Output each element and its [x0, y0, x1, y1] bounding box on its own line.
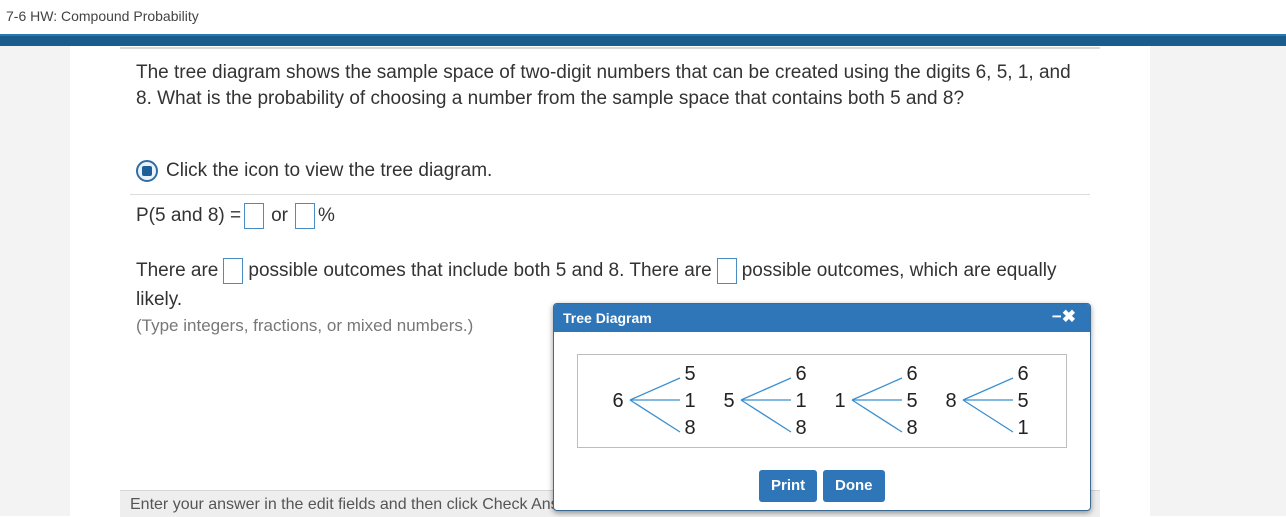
percent-label: %	[318, 205, 335, 226]
tree-diagram-frame: 6518561816588651	[577, 354, 1067, 448]
tree-diagram-link-row: Click the icon to view the tree diagram.	[136, 160, 492, 182]
tree-root-label: 8	[945, 390, 956, 412]
probability-percent-input[interactable]	[295, 203, 315, 229]
section-divider	[130, 194, 1090, 195]
answer-hint: (Type integers, fractions, or mixed numb…	[136, 316, 474, 335]
nav-bar	[0, 34, 1286, 46]
right-margin	[1150, 46, 1286, 516]
minimize-close-icon[interactable]: −✖	[1052, 307, 1076, 327]
tree-leaf-label: 5	[684, 363, 695, 385]
question-text: The tree diagram shows the sample space …	[136, 62, 1071, 109]
tree-root-label: 1	[834, 390, 845, 412]
outcomes-text-2: possible outcomes that include both 5 an…	[248, 260, 712, 281]
tree-leaf-label: 8	[906, 417, 917, 439]
tree-branch-line	[962, 377, 1014, 401]
top-divider	[120, 47, 1100, 49]
outcomes-text-1: There are	[136, 260, 219, 281]
tree-branch-line	[740, 377, 792, 401]
tree-5: 5 6 1 8	[723, 363, 806, 439]
tree-leaf-label: 6	[906, 363, 917, 385]
tree-branch-line	[962, 399, 1014, 433]
tree-branch-line	[851, 399, 903, 433]
done-button[interactable]: Done	[823, 470, 885, 502]
tree-diagram-dialog: Tree Diagram −✖ 6518561816588651 Print D…	[553, 303, 1091, 511]
tree-branch-line	[740, 399, 792, 433]
tree-leaf-label: 6	[795, 363, 806, 385]
or-label: or	[271, 205, 288, 226]
icon-prompt: Click the icon to view the tree diagram.	[166, 160, 493, 181]
tree-leaf-label: 5	[1017, 390, 1028, 412]
probability-answer-row: P(5 and 8) = or %	[136, 203, 335, 229]
tree-branch-line	[629, 377, 681, 401]
tree-8: 8 6 5 1	[945, 363, 1028, 439]
tree-leaf-label: 8	[795, 417, 806, 439]
tree-branch-line	[629, 399, 681, 433]
left-margin	[0, 46, 70, 516]
tree-leaf-label: 6	[1017, 363, 1028, 385]
view-diagram-icon[interactable]	[136, 160, 158, 182]
tree-leaf-label: 1	[1017, 417, 1028, 439]
tree-leaf-label: 1	[795, 390, 806, 412]
tree-leaf-label: 5	[906, 390, 917, 412]
footer-text: Enter your answer in the edit fields and…	[130, 496, 589, 513]
tree-leaf-label: 8	[684, 417, 695, 439]
dialog-header: Tree Diagram −✖	[554, 304, 1090, 332]
tree-diagram: 6518561816588651	[612, 363, 1028, 439]
window-title: 7-6 HW: Compound Probability	[6, 8, 199, 24]
tree-branch-line	[851, 377, 903, 401]
dialog-title: Tree Diagram	[563, 310, 652, 326]
tree-root-label: 6	[612, 390, 623, 412]
total-outcomes-input[interactable]	[716, 257, 737, 284]
tree-leaf-label: 1	[684, 390, 695, 412]
window-titlebar: 7-6 HW: Compound Probability	[0, 0, 1286, 34]
favorable-outcomes-input[interactable]	[223, 257, 244, 284]
probability-fraction-input[interactable]	[244, 203, 265, 229]
probability-label: P(5 and 8) =	[136, 205, 242, 226]
tree-6: 6 5 1 8	[612, 363, 695, 439]
print-button[interactable]: Print	[759, 470, 818, 502]
tree-1: 1658	[834, 363, 917, 439]
tree-root-label: 5	[723, 390, 734, 412]
